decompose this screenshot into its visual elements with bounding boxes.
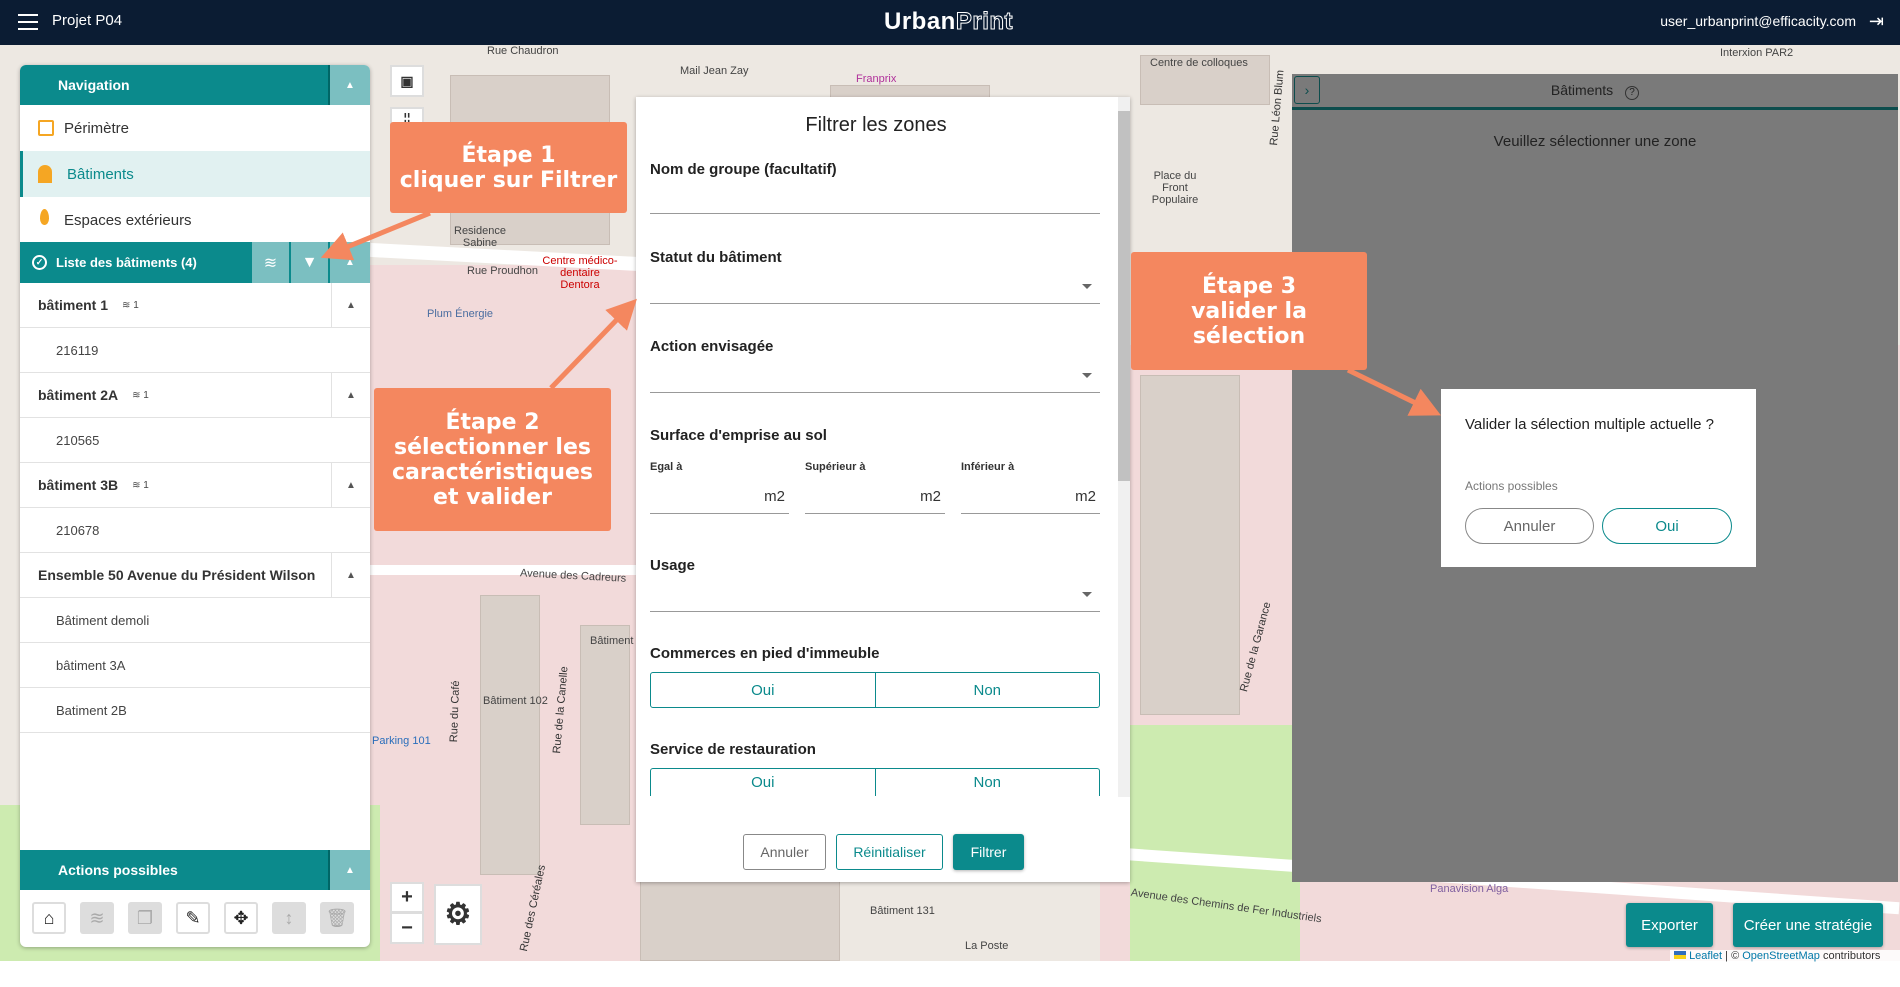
callout-line: Étape 2 [445, 409, 540, 435]
callout-line: cliquer sur Filtrer [399, 167, 618, 193]
arrow-step1 [320, 210, 431, 261]
callout-step1: Étape 1 cliquer sur Filtrer [390, 122, 627, 213]
callout-line: et valider [433, 484, 552, 510]
annotation-arrows [320, 210, 1441, 416]
callout-line: caractéristiques [391, 459, 594, 485]
callout-line: sélectionner les [393, 434, 591, 460]
arrow-step3 [1346, 367, 1441, 416]
callout-line: Étape 1 [461, 142, 556, 168]
callout-line: sélection [1192, 323, 1306, 349]
callout-line: Étape 3 [1201, 273, 1297, 299]
callout-step3: Étape 3 valider la sélection [1131, 252, 1367, 370]
callout-step2: Étape 2 sélectionner les caractéristique… [374, 388, 611, 531]
callout-line: valider la [1191, 298, 1307, 324]
arrow-step2 [549, 298, 637, 390]
